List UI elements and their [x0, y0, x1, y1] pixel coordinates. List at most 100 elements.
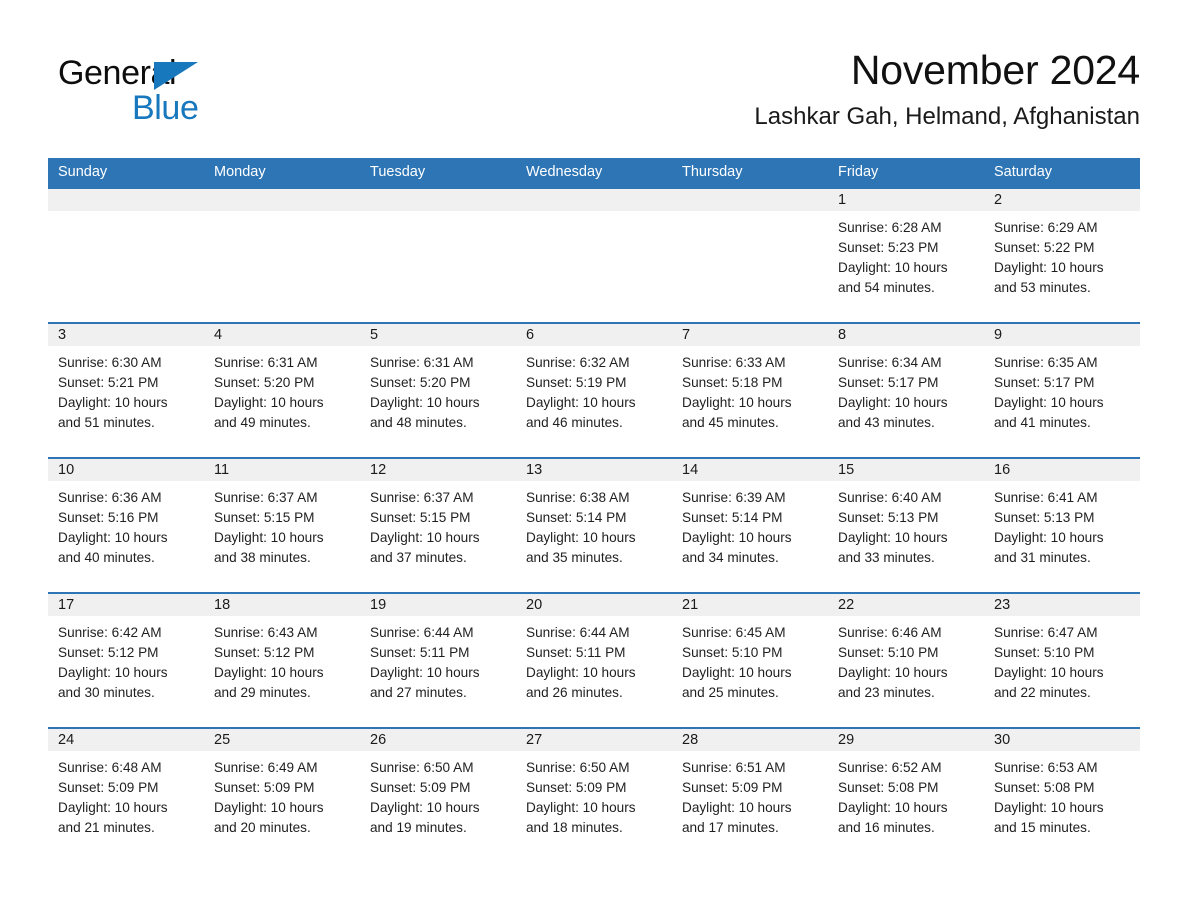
calendar-day-cell[interactable]: 22 Sunrise: 6:46 AM Sunset: 5:10 PM Dayligh…: [828, 594, 984, 727]
day-number-band: 12: [360, 459, 516, 481]
calendar-day-cell[interactable]: 3 Sunrise: 6:30 AM Sunset: 5:21 PM Daylight…: [48, 324, 204, 457]
daylight-text: Daylight: 10 hours: [838, 530, 948, 545]
day-details: Sunrise: 6:28 AM Sunset: 5:23 PM Daylight:…: [828, 211, 984, 298]
calendar-day-cell[interactable]: 10 Sunrise: 6:36 AM Sunset: 5:16 PM Dayligh…: [48, 459, 204, 592]
calendar-day-cell[interactable]: 19 Sunrise: 6:44 AM Sunset: 5:11 PM Dayligh…: [360, 594, 516, 727]
day-details: Sunrise: 6:50 AM Sunset: 5:09 PM Daylight:…: [516, 751, 672, 838]
sunrise-text: Sunrise: 6:29 AM: [994, 220, 1098, 235]
calendar-day-cell[interactable]: 14 Sunrise: 6:39 AM Sunset: 5:14 PM Dayligh…: [672, 459, 828, 592]
day-number-band: 10: [48, 459, 204, 481]
day-number-band: 15: [828, 459, 984, 481]
sunset-text: Sunset: 5:12 PM: [214, 645, 315, 660]
sunrise-text: Sunrise: 6:43 AM: [214, 625, 318, 640]
calendar-table: Sunday Monday Tuesday Wednesday Thursday Frid…: [48, 158, 1140, 862]
daylight-text-cont: and 19 minutes.: [370, 820, 467, 835]
calendar-day-cell[interactable]: 5 Sunrise: 6:31 AM Sunset: 5:20 PM Daylight…: [360, 324, 516, 457]
day-number-band: 14: [672, 459, 828, 481]
calendar-day-cell[interactable]: 25 Sunrise: 6:49 AM Sunset: 5:09 PM Dayligh…: [204, 729, 360, 862]
sunset-text: Sunset: 5:09 PM: [682, 780, 783, 795]
calendar-day-cell[interactable]: 24 Sunrise: 6:48 AM Sunset: 5:09 PM Dayligh…: [48, 729, 204, 862]
sunset-text: Sunset: 5:10 PM: [838, 645, 939, 660]
day-details: Sunrise: 6:37 AM Sunset: 5:15 PM Daylight:…: [360, 481, 516, 568]
day-details: Sunrise: 6:51 AM Sunset: 5:09 PM Daylight:…: [672, 751, 828, 838]
calendar-day-cell[interactable]: 16 Sunrise: 6:41 AM Sunset: 5:13 PM Dayligh…: [984, 459, 1140, 592]
daylight-text: Daylight: 10 hours: [994, 800, 1104, 815]
day-number-band: 29: [828, 729, 984, 751]
calendar-day-cell[interactable]: 2 Sunrise: 6:29 AM Sunset: 5:22 PM Daylight…: [984, 189, 1140, 322]
daylight-text: Daylight: 10 hours: [994, 395, 1104, 410]
day-number: 30: [994, 732, 1011, 748]
sunrise-text: Sunrise: 6:37 AM: [370, 490, 474, 505]
day-number-band: [672, 189, 828, 211]
day-number: 4: [214, 327, 223, 343]
day-details: Sunrise: 6:44 AM Sunset: 5:11 PM Daylight:…: [516, 616, 672, 703]
calendar-day-cell[interactable]: 4 Sunrise: 6:31 AM Sunset: 5:20 PM Daylight…: [204, 324, 360, 457]
weekday-header-monday: Monday: [214, 164, 266, 180]
day-details: Sunrise: 6:34 AM Sunset: 5:17 PM Daylight:…: [828, 346, 984, 433]
daylight-text-cont: and 49 minutes.: [214, 415, 311, 430]
calendar-day-cell[interactable]: 28 Sunrise: 6:51 AM Sunset: 5:09 PM Dayligh…: [672, 729, 828, 862]
day-details: Sunrise: 6:31 AM Sunset: 5:20 PM Daylight:…: [204, 346, 360, 433]
day-number-band: 8: [828, 324, 984, 346]
day-details: Sunrise: 6:52 AM Sunset: 5:08 PM Daylight:…: [828, 751, 984, 838]
calendar-day-cell[interactable]: 11 Sunrise: 6:37 AM Sunset: 5:15 PM Dayligh…: [204, 459, 360, 592]
calendar-day-cell[interactable]: 29 Sunrise: 6:52 AM Sunset: 5:08 PM Dayligh…: [828, 729, 984, 862]
day-number-band: 16: [984, 459, 1140, 481]
daylight-text-cont: and 23 minutes.: [838, 685, 935, 700]
calendar-day-cell[interactable]: 9 Sunrise: 6:35 AM Sunset: 5:17 PM Daylight…: [984, 324, 1140, 457]
daylight-text: Daylight: 10 hours: [58, 665, 168, 680]
calendar-day-cell[interactable]: 26 Sunrise: 6:50 AM Sunset: 5:09 PM Dayligh…: [360, 729, 516, 862]
sunrise-text: Sunrise: 6:45 AM: [682, 625, 786, 640]
calendar-day-cell[interactable]: 12 Sunrise: 6:37 AM Sunset: 5:15 PM Dayligh…: [360, 459, 516, 592]
calendar-day-cell[interactable]: 17 Sunrise: 6:42 AM Sunset: 5:12 PM Dayligh…: [48, 594, 204, 727]
day-details: Sunrise: 6:44 AM Sunset: 5:11 PM Daylight:…: [360, 616, 516, 703]
calendar-week-row: 17 Sunrise: 6:42 AM Sunset: 5:12 PM Dayligh…: [48, 592, 1140, 727]
sunset-text: Sunset: 5:09 PM: [214, 780, 315, 795]
calendar-day-cell[interactable]: 21 Sunrise: 6:45 AM Sunset: 5:10 PM Dayligh…: [672, 594, 828, 727]
calendar-day-cell[interactable]: 27 Sunrise: 6:50 AM Sunset: 5:09 PM Dayligh…: [516, 729, 672, 862]
generalblue-logo[interactable]: General Blue: [58, 54, 278, 128]
calendar-day-cell[interactable]: 23 Sunrise: 6:47 AM Sunset: 5:10 PM Dayligh…: [984, 594, 1140, 727]
sunset-text: Sunset: 5:17 PM: [838, 375, 939, 390]
daylight-text-cont: and 40 minutes.: [58, 550, 155, 565]
calendar-day-cell[interactable]: 7 Sunrise: 6:33 AM Sunset: 5:18 PM Daylight…: [672, 324, 828, 457]
calendar-day-cell[interactable]: 8 Sunrise: 6:34 AM Sunset: 5:17 PM Daylight…: [828, 324, 984, 457]
day-number: 10: [58, 462, 75, 478]
daylight-text: Daylight: 10 hours: [526, 395, 636, 410]
daylight-text: Daylight: 10 hours: [214, 395, 324, 410]
calendar-day-cell[interactable]: 1 Sunrise: 6:28 AM Sunset: 5:23 PM Daylight…: [828, 189, 984, 322]
calendar-day-cell[interactable]: 20 Sunrise: 6:44 AM Sunset: 5:11 PM Dayligh…: [516, 594, 672, 727]
sunrise-text: Sunrise: 6:52 AM: [838, 760, 942, 775]
sunset-text: Sunset: 5:12 PM: [58, 645, 159, 660]
daylight-text-cont: and 20 minutes.: [214, 820, 311, 835]
day-details: Sunrise: 6:50 AM Sunset: 5:09 PM Daylight:…: [360, 751, 516, 838]
daylight-text-cont: and 41 minutes.: [994, 415, 1091, 430]
daylight-text-cont: and 21 minutes.: [58, 820, 155, 835]
daylight-text-cont: and 30 minutes.: [58, 685, 155, 700]
day-number: 3: [58, 327, 67, 343]
day-number: 28: [682, 732, 699, 748]
daylight-text: Daylight: 10 hours: [994, 530, 1104, 545]
calendar-day-cell[interactable]: 6 Sunrise: 6:32 AM Sunset: 5:19 PM Daylight…: [516, 324, 672, 457]
calendar-day-cell-empty: [516, 189, 672, 322]
calendar-day-cell[interactable]: 30 Sunrise: 6:53 AM Sunset: 5:08 PM Dayligh…: [984, 729, 1140, 862]
calendar-day-cell[interactable]: 15 Sunrise: 6:40 AM Sunset: 5:13 PM Dayligh…: [828, 459, 984, 592]
day-details: Sunrise: 6:48 AM Sunset: 5:09 PM Daylight:…: [48, 751, 204, 838]
day-number-band: 26: [360, 729, 516, 751]
calendar-day-cell[interactable]: 13 Sunrise: 6:38 AM Sunset: 5:14 PM Dayligh…: [516, 459, 672, 592]
sunrise-text: Sunrise: 6:28 AM: [838, 220, 942, 235]
day-number-band: 17: [48, 594, 204, 616]
day-number: 25: [214, 732, 231, 748]
daylight-text: Daylight: 10 hours: [838, 665, 948, 680]
sunset-text: Sunset: 5:10 PM: [682, 645, 783, 660]
day-details: Sunrise: 6:32 AM Sunset: 5:19 PM Daylight:…: [516, 346, 672, 433]
weekday-header-saturday: Saturday: [994, 164, 1053, 180]
sunrise-text: Sunrise: 6:41 AM: [994, 490, 1098, 505]
sunrise-text: Sunrise: 6:36 AM: [58, 490, 162, 505]
day-details: Sunrise: 6:38 AM Sunset: 5:14 PM Daylight:…: [516, 481, 672, 568]
day-details: Sunrise: 6:49 AM Sunset: 5:09 PM Daylight:…: [204, 751, 360, 838]
day-details: Sunrise: 6:40 AM Sunset: 5:13 PM Daylight:…: [828, 481, 984, 568]
daylight-text: Daylight: 10 hours: [526, 800, 636, 815]
day-number: 14: [682, 462, 699, 478]
calendar-day-cell[interactable]: 18 Sunrise: 6:43 AM Sunset: 5:12 PM Dayligh…: [204, 594, 360, 727]
